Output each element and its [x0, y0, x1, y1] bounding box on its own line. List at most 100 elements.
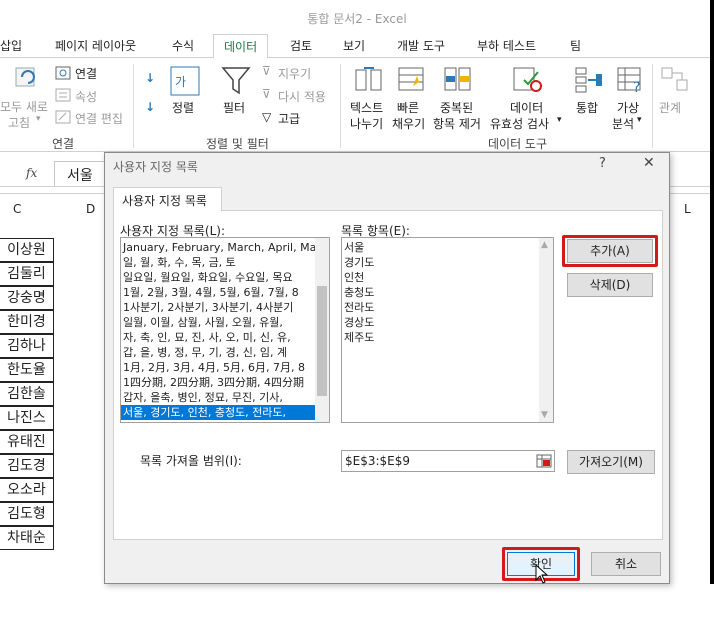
tab-load-test[interactable]: 부하 테스트	[477, 37, 536, 54]
edit-links-button[interactable]: 연결 편집	[75, 110, 123, 127]
list-item[interactable]: 1사분기, 2사분기, 3사분기, 4사분기	[121, 300, 317, 315]
refresh-all-label-1[interactable]: 모두 새로	[0, 98, 48, 115]
fx-icon[interactable]: fx	[26, 166, 37, 180]
text-to-columns-label-1[interactable]: 텍스트	[350, 99, 383, 116]
entries-scrollbar[interactable]: ▲ ▼	[539, 238, 553, 422]
delete-button[interactable]: 삭제(D)	[567, 273, 653, 297]
advanced-button[interactable]: 고급	[278, 110, 300, 127]
reapply-button[interactable]: 다시 적용	[278, 88, 326, 105]
cell[interactable]: 김둘리	[0, 262, 54, 286]
import-range-input[interactable]: $E$3:$E$9	[341, 450, 555, 472]
cell[interactable]: 김한솔	[0, 382, 54, 406]
tab-data[interactable]: 데이터	[213, 34, 269, 59]
what-if-label-1[interactable]: 가상	[617, 99, 639, 116]
refresh-all-icon	[15, 67, 35, 87]
help-button[interactable]: ?	[599, 156, 606, 171]
clear-button[interactable]: 지우기	[278, 65, 311, 82]
list-item-selected[interactable]: 서울, 경기도, 인천, 충청도, 전라도,	[121, 405, 317, 420]
tab-review[interactable]: 검토	[290, 37, 312, 54]
cell[interactable]: 한미경	[0, 310, 54, 334]
entry-line: 인천	[344, 271, 365, 284]
list-item[interactable]: 갑, 을, 병, 정, 무, 기, 경, 신, 임, 계	[121, 345, 317, 360]
range-selector-icon[interactable]	[536, 453, 552, 469]
import-button[interactable]: 가져오기(M)	[567, 450, 655, 474]
entry-line: 충청도	[344, 286, 375, 299]
data-validation-label-1[interactable]: 데이터	[510, 99, 543, 116]
scroll-down-icon[interactable]: ▼	[541, 410, 548, 420]
tab-team[interactable]: 팀	[570, 37, 581, 54]
flash-fill-label-1[interactable]: 빠른	[397, 99, 419, 116]
entry-line: 경상도	[344, 316, 375, 329]
tab-insert[interactable]: 삽입	[0, 37, 22, 54]
cell[interactable]: 김도형	[0, 502, 54, 526]
data-validation-label-2[interactable]: 유효성 검사	[490, 115, 549, 132]
list-item[interactable]: January, February, March, April, Ma	[121, 240, 317, 255]
sort-button[interactable]: 정렬	[172, 99, 194, 116]
reapply-icon: ⊽	[262, 87, 271, 101]
column-header-l[interactable]: L	[684, 202, 691, 216]
list-item[interactable]: 1四分期, 2四分期, 3四分期, 4四分期	[121, 375, 317, 390]
sort-ascending-icon[interactable]: ↓	[145, 71, 155, 85]
cell[interactable]: 이상원	[0, 238, 54, 262]
group-label-sort-filter: 정렬 및 필터	[206, 137, 269, 151]
tab-view[interactable]: 보기	[343, 37, 365, 54]
tab-formulas[interactable]: 수식	[172, 37, 194, 54]
close-button[interactable]: ✕	[643, 155, 655, 171]
list-item[interactable]: 자, 축, 인, 묘, 진, 사, 오, 미, 신, 유,	[121, 330, 317, 345]
list-item[interactable]: 갑자, 을축, 병인, 정묘, 무진, 기사,	[121, 390, 317, 405]
list-item[interactable]: 1月, 2月, 3月, 4月, 5月, 6月, 7月, 8	[121, 360, 317, 375]
list-entries-textbox[interactable]: 서울 경기도 인천 충청도 전라도 경상도 제주도 ▲ ▼	[341, 237, 554, 423]
cancel-button[interactable]: 취소	[591, 552, 661, 576]
flash-fill-icon	[398, 67, 424, 91]
group-label-connections: 연결	[52, 137, 75, 151]
tab-developer[interactable]: 개발 도구	[397, 37, 445, 54]
list-item[interactable]: 일, 월, 화, 수, 목, 금, 토	[121, 255, 317, 270]
list-item[interactable]: 1월, 2월, 3월, 4월, 5월, 6월, 7월, 8	[121, 285, 317, 300]
data-validation-icon	[513, 67, 542, 92]
list-item[interactable]: 일요일, 월요일, 화요일, 수요일, 목요	[121, 270, 317, 285]
window-edge	[710, 0, 714, 584]
cell[interactable]: 한도율	[0, 358, 54, 382]
consolidate-button[interactable]: 통합	[576, 99, 598, 116]
separator	[652, 64, 653, 148]
column-header-c[interactable]: C	[13, 202, 21, 216]
sort-icon: 가	[170, 66, 200, 96]
scrollbar-thumb[interactable]	[317, 286, 327, 396]
list-item[interactable]: 일월, 이월, 삼월, 사월, 오월, 유월,	[121, 315, 317, 330]
tab-custom-lists[interactable]: 사용자 지정 목록	[113, 187, 222, 211]
column-header-d[interactable]: D	[86, 202, 95, 216]
flash-fill-label-2[interactable]: 채우기	[392, 115, 425, 132]
cell[interactable]: 나진스	[0, 406, 54, 430]
text-to-columns-label-2[interactable]: 나누기	[350, 115, 383, 132]
chevron-down-icon: ▾	[557, 115, 562, 125]
what-if-analysis-icon: ?	[617, 67, 641, 94]
relationships-button[interactable]: 관계	[659, 99, 681, 116]
refresh-all-label-2[interactable]: 고침	[8, 114, 30, 131]
cell[interactable]: 차태순	[0, 526, 54, 550]
cell[interactable]: 오소라	[0, 478, 54, 502]
lists-scrollbar[interactable]	[315, 238, 329, 422]
connections-icon	[55, 66, 71, 80]
filter-button[interactable]: 필터	[223, 99, 245, 116]
properties-button[interactable]: 속성	[75, 88, 97, 105]
cell[interactable]: 김하나	[0, 334, 54, 358]
sort-descending-icon[interactable]: ↓	[145, 100, 155, 114]
remove-duplicates-label-2[interactable]: 항목 제거	[433, 115, 481, 132]
highlight-box	[562, 235, 658, 267]
scroll-up-icon[interactable]: ▲	[541, 240, 548, 250]
connections-button[interactable]: 연결	[75, 65, 97, 82]
what-if-label-2[interactable]: 분석	[612, 115, 634, 132]
mouse-cursor-icon	[535, 564, 549, 584]
cell[interactable]: 유태진	[0, 430, 54, 454]
remove-duplicates-label-1[interactable]: 중복된	[440, 99, 473, 116]
import-range-value: $E$3:$E$9	[345, 454, 411, 468]
custom-lists-listbox[interactable]: January, February, March, April, Ma 일, 월…	[120, 237, 330, 423]
separator	[340, 64, 341, 148]
import-range-label: 목록 가져올 범위(I):	[140, 454, 242, 468]
tab-page-layout[interactable]: 페이지 레이아웃	[55, 37, 136, 54]
ribbon: 모두 새로 고침 ▾ 연결 속성 연결 편집 연결 ↓ ↓ 가 정렬 필터 ⊽ …	[0, 58, 714, 152]
window-title: 통합 문서2 - Excel	[307, 12, 407, 26]
cell[interactable]: 강숭명	[0, 286, 54, 310]
cell[interactable]: 김도경	[0, 454, 54, 478]
separator	[133, 64, 134, 148]
